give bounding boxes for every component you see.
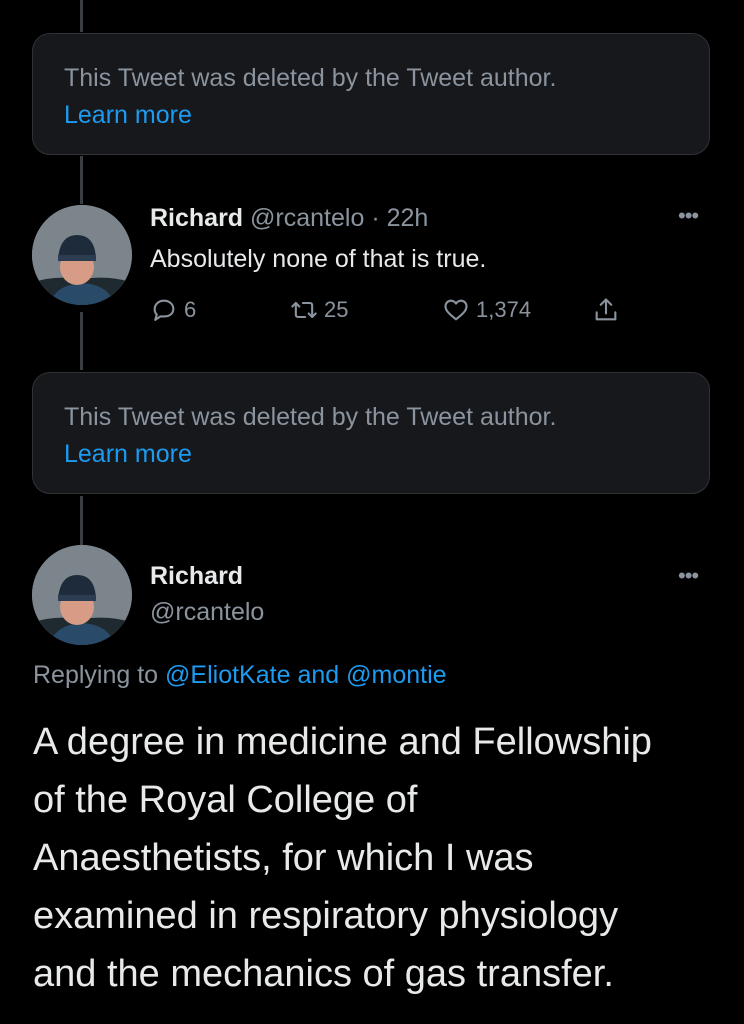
mention-link[interactable]: @montie <box>346 661 446 689</box>
reply-button[interactable]: 6 <box>150 296 196 324</box>
heart-icon <box>442 296 470 324</box>
tweet-text-line: examined in respiratory physiology <box>33 895 619 937</box>
tweet-time[interactable]: 22h <box>387 204 429 232</box>
avatar-photo <box>32 205 132 305</box>
user-handle[interactable]: @rcantelo <box>150 598 264 627</box>
retweet-button[interactable]: 25 <box>290 296 348 324</box>
thread-line <box>80 156 83 204</box>
tweet-text: Absolutely none of that is true. <box>150 245 487 273</box>
replying-to: Replying to @EliotKate and @montie <box>33 661 447 690</box>
tweet-actions: 6 25 1,374 <box>150 296 630 328</box>
share-button[interactable] <box>592 296 620 324</box>
retweet-count: 25 <box>324 297 349 322</box>
separator-dot: · <box>371 204 380 232</box>
thread-line <box>80 312 83 370</box>
tweet-text-line: A degree in medicine and Fellowship <box>33 721 652 763</box>
reply-count: 6 <box>184 297 197 322</box>
deleted-notice-text: This Tweet was deleted by the Tweet auth… <box>64 64 557 92</box>
mention-link[interactable]: @EliotKate <box>165 661 290 689</box>
retweet-icon <box>290 296 318 324</box>
tweet-text-line: Anaesthetists, for which I was <box>33 837 534 879</box>
share-icon <box>592 296 620 324</box>
tweet-text-line: of the Royal College of <box>33 779 418 821</box>
replying-prefix: Replying to <box>33 661 159 689</box>
more-horizontal-icon[interactable]: ••• <box>678 203 699 229</box>
deleted-tweet-notice: This Tweet was deleted by the Tweet auth… <box>32 372 710 494</box>
display-name[interactable]: Richard <box>150 204 243 232</box>
avatar-photo <box>32 545 132 645</box>
reply-icon <box>150 296 178 324</box>
like-button[interactable]: 1,374 <box>442 296 531 324</box>
avatar[interactable] <box>32 205 132 305</box>
tweet-text: A degree in medicine and Fellowship of t… <box>33 713 733 1003</box>
deleted-tweet-notice: This Tweet was deleted by the Tweet auth… <box>32 33 710 155</box>
thread-line <box>80 496 83 546</box>
tweet-header: Richard @rcantelo · 22h <box>150 202 428 234</box>
display-name[interactable]: Richard <box>150 562 243 591</box>
more-horizontal-icon[interactable]: ••• <box>678 563 699 589</box>
learn-more-link[interactable]: Learn more <box>64 97 679 134</box>
avatar[interactable] <box>32 545 132 645</box>
like-count: 1,374 <box>476 297 532 322</box>
deleted-notice-text: This Tweet was deleted by the Tweet auth… <box>64 403 557 431</box>
learn-more-link[interactable]: Learn more <box>64 436 679 473</box>
tweet-text-line: and the mechanics of gas transfer. <box>33 953 614 995</box>
user-handle[interactable]: @rcantelo <box>250 204 364 232</box>
mention-conjunction: and <box>297 661 340 689</box>
thread-line <box>80 0 83 32</box>
